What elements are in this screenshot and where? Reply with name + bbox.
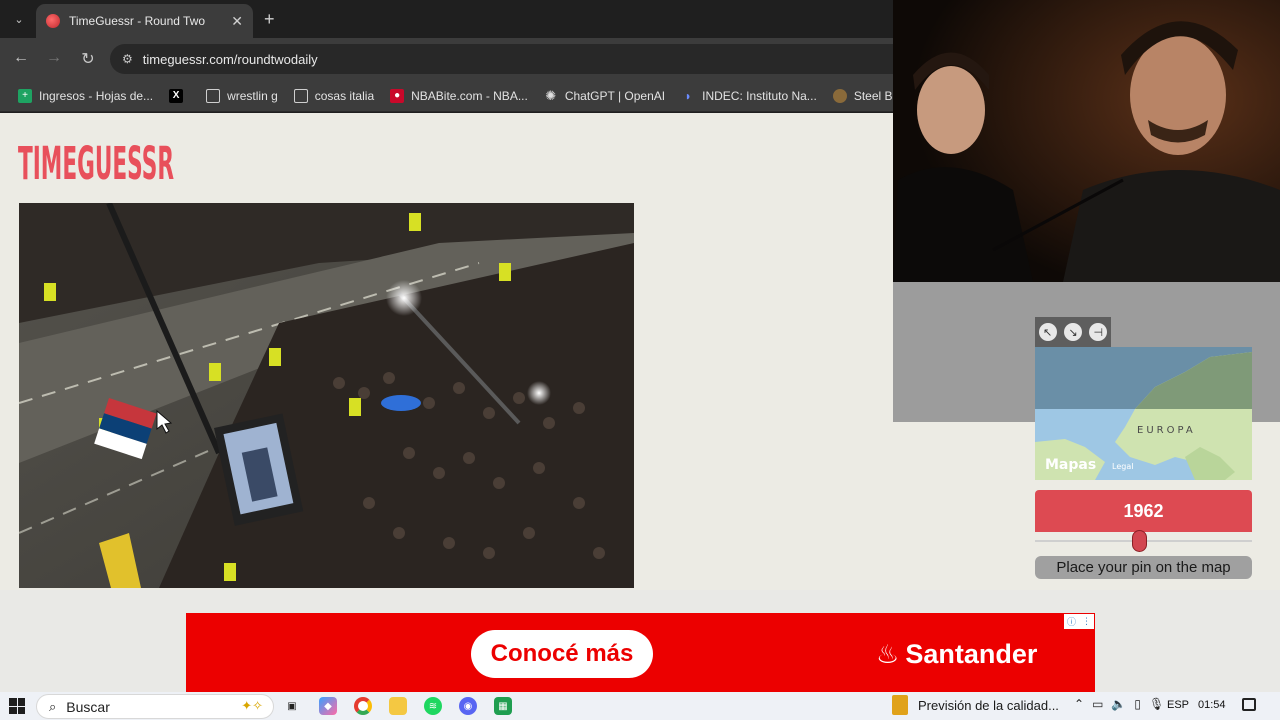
openai-icon: ✺ [545,87,557,103]
browser-tab-bar: ⌄ TimeGuessr - Round Two ✕ + [0,0,893,38]
bookmark-cosas-italia[interactable]: cosas italia [286,83,382,109]
weather-text: Previsión de la calidad... [918,697,1059,713]
spotify-icon[interactable]: ≋ [424,697,442,715]
bookmark-label: Ingresos - Hojas de... [39,88,154,103]
x-logo-icon: X [169,88,184,103]
ad-cta-button[interactable]: Conocé más [471,630,653,678]
back-arrow-icon[interactable]: ← [11,49,31,67]
address-bar[interactable]: ⚙ timeguessr.com/roundtwodaily [110,44,893,74]
bookmark-label: cosas italia [314,88,375,103]
bookmark-wrestling[interactable]: wrestlin g [198,83,286,109]
ad-info-icon[interactable]: ⓘ ⋮ [1064,614,1094,629]
maps-attribution: Mapas [1045,457,1096,473]
taskbar-search[interactable]: ⌕ Buscar ✦✧ [36,694,274,719]
guess-map[interactable]: EUROPA Mapas Legal [1035,347,1252,480]
microphone-icon[interactable]: 🎙 [1149,697,1164,711]
map-controls: ↖ ↘ ⊣ [1035,317,1111,347]
webcam-overlay [893,0,1280,282]
reload-icon[interactable]: ↻ [78,49,98,69]
taskbar-search-placeholder: Buscar [66,698,110,715]
copilot-sparkle-icon: ✦✧ [241,698,263,713]
sheets-icon: + [18,88,32,103]
pin-map-icon[interactable]: ⊣ [1089,323,1108,341]
sbr-icon [832,88,847,103]
indec-icon: ◗ [684,88,692,103]
air-quality-icon [892,695,908,715]
volume-icon[interactable]: 🔈 [1111,697,1126,711]
bookmark-nbabite[interactable]: ● NBABite.com - NBA... [382,83,536,109]
tray-chevron-icon[interactable]: ⌃ [1074,697,1084,711]
site-info-icon[interactable]: ⚙ [122,52,133,66]
year-display: 1962 [1035,490,1252,532]
network-icon[interactable]: ▭ [1092,697,1103,711]
copilot-icon[interactable]: ◆ [319,697,337,715]
notifications-icon[interactable] [1242,698,1256,711]
tab-close-icon[interactable]: ✕ [231,13,243,30]
tab-search-chevron-icon[interactable]: ⌄ [8,8,30,30]
santander-brand-text: Santander [905,639,1038,669]
timeguessr-page: TIMEGUESSR [0,113,893,590]
bookmark-x[interactable]: X [161,83,198,109]
shrink-map-icon[interactable]: ↘ [1063,323,1082,341]
santander-flame-icon: ♨ [876,639,900,669]
url-text: timeguessr.com/roundtwodaily [142,51,318,67]
legal-link: Legal [1112,462,1133,471]
bookmark-label: ChatGPT | OpenAI [564,88,666,103]
folder-icon [206,88,221,103]
bookmark-steel-ball-run[interactable]: Steel Ball Run Man [825,83,893,109]
map-region-label: EUROPA [1137,425,1196,436]
battery-icon[interactable]: ▯ [1134,697,1141,711]
bookmark-label: NBABite.com - NBA... [411,88,528,103]
santander-logo: ♨ Santander [876,639,1037,670]
nba-icon: ● [390,88,405,103]
bookmark-label: INDEC: Instituto Na... [702,88,817,103]
folder-icon [293,88,308,103]
search-icon: ⌕ [49,698,57,714]
bookmark-label: wrestlin g [227,88,278,103]
year-slider-thumb[interactable] [1131,530,1147,552]
taskbar-clock[interactable]: 01:54 [1198,699,1226,711]
new-tab-icon[interactable]: + [264,9,275,30]
windows-start-icon[interactable] [9,698,25,714]
file-explorer-icon[interactable] [389,697,407,715]
timeguessr-favicon-icon [46,14,60,28]
timeguessr-logo[interactable]: TIMEGUESSR [18,125,178,187]
input-language[interactable]: ESP [1167,699,1189,711]
browser-toolbar: ← → ↻ ⚙ timeguessr.com/roundtwodaily [0,38,893,80]
bookmarks-bar: + Ingresos - Hojas de... X wrestlin g co… [0,80,893,112]
browser-tab[interactable]: TimeGuessr - Round Two ✕ [36,4,253,38]
task-view-icon[interactable]: ▣ [283,697,301,715]
bookmark-indec[interactable]: ◗ INDEC: Instituto Na... [673,83,825,109]
bookmark-ingresos[interactable]: + Ingresos - Hojas de... [10,83,161,109]
place-pin-button[interactable]: Place your pin on the map [1035,556,1252,579]
forward-arrow-icon[interactable]: → [44,49,64,67]
round-photo [19,203,634,588]
tab-title: TimeGuessr - Round Two [69,14,206,28]
chrome-icon[interactable] [354,697,372,715]
bookmark-label: Steel Ball Run Man [853,88,893,103]
expand-map-icon[interactable]: ↖ [1038,323,1057,341]
bookmark-chatgpt[interactable]: ✺ ChatGPT | OpenAI [536,83,673,109]
app-icon[interactable]: ▦ [494,697,512,715]
discord-icon[interactable]: ◉ [459,697,477,715]
system-tray: ⌃ ▭ 🔈 ▯ 🎙 [1074,697,1164,711]
logo-text: TIMEGUESSR [18,137,174,187]
weather-widget[interactable]: Previsión de la calidad... [892,695,1059,715]
